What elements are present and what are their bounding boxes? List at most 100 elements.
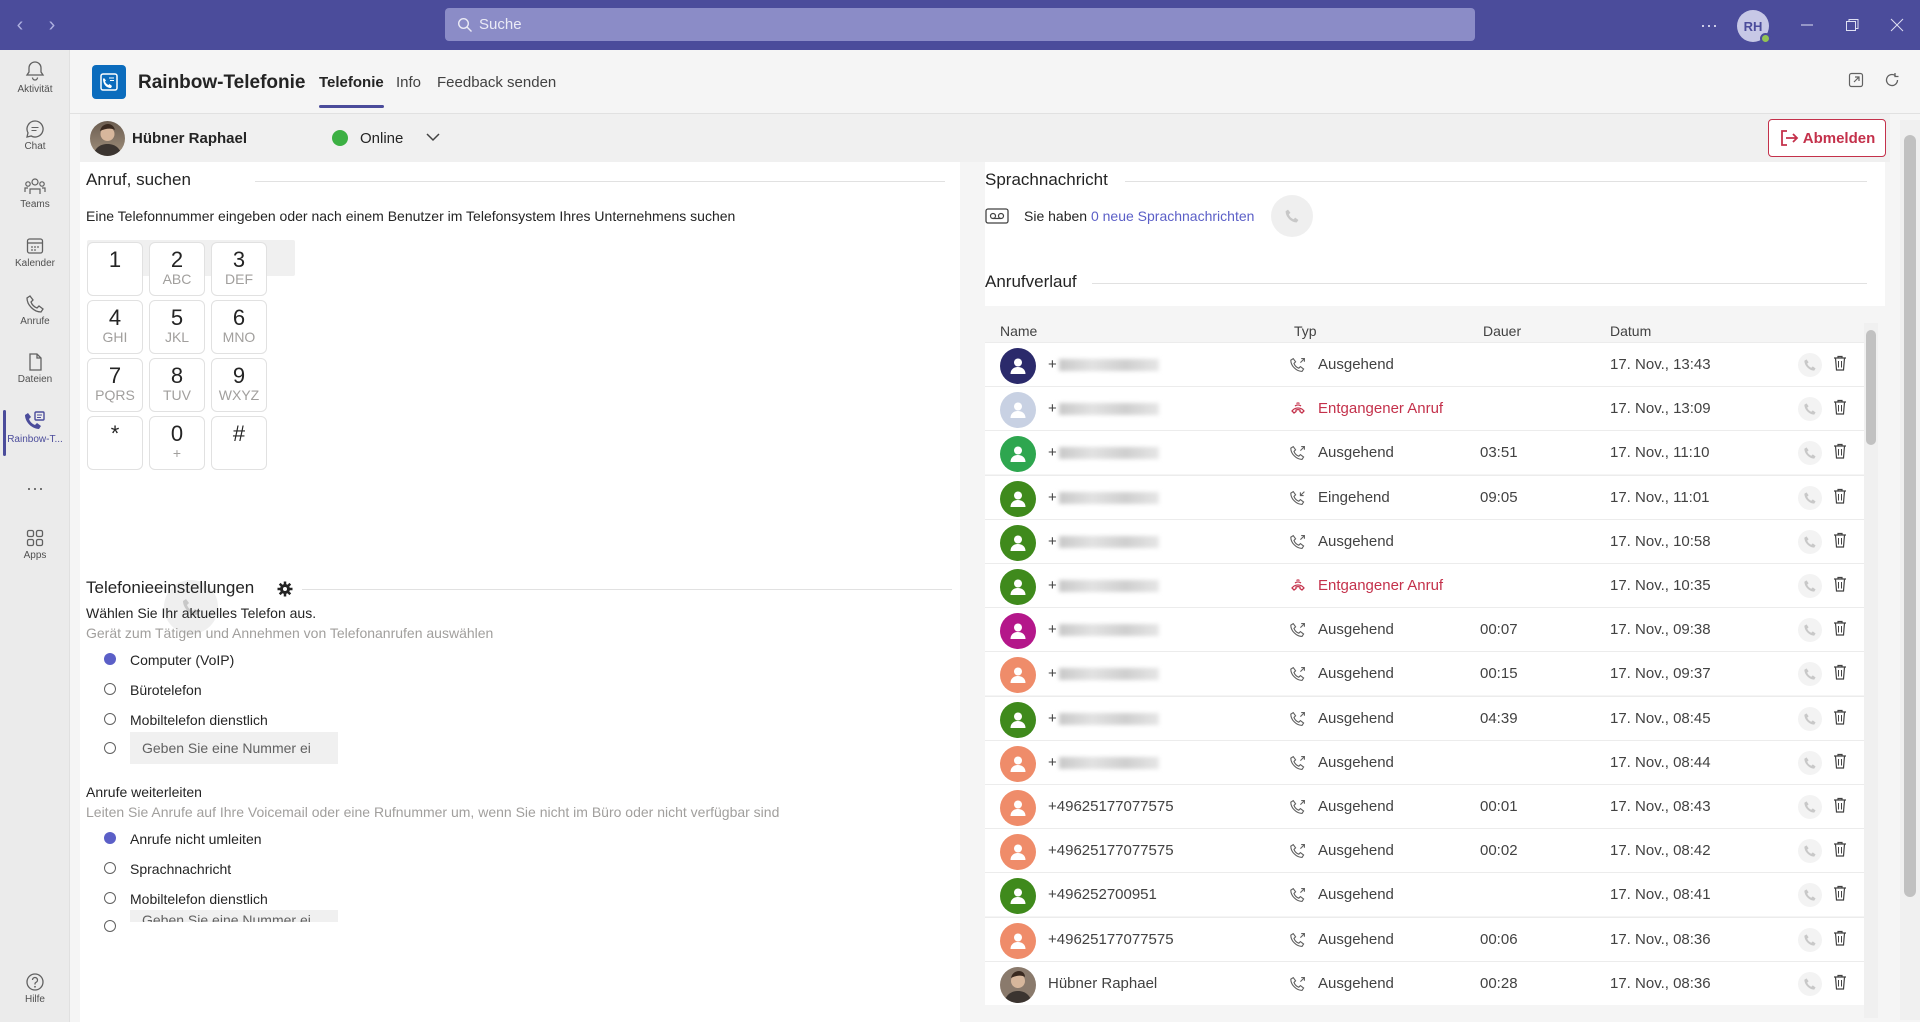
radio-forward-mobile[interactable]: [104, 892, 116, 904]
maximize-icon[interactable]: [1845, 0, 1859, 50]
callback-button[interactable]: [1798, 927, 1822, 952]
search-input[interactable]: Suche: [445, 8, 1475, 41]
key-hash[interactable]: #: [211, 416, 267, 470]
table-row[interactable]: + Ausgehend 00:07 17. Nov., 09:38: [985, 607, 1865, 652]
col-date[interactable]: Datum: [1610, 323, 1651, 339]
forward-arrow-icon[interactable]: ›: [40, 14, 64, 37]
rail-item-chat[interactable]: Chat: [0, 119, 70, 152]
close-icon[interactable]: [1890, 0, 1904, 50]
minimize-icon[interactable]: [1800, 0, 1814, 50]
delete-icon[interactable]: [1833, 443, 1847, 464]
rail-item-calendar[interactable]: Kalender: [0, 236, 70, 269]
rail-item-files[interactable]: Dateien: [0, 352, 70, 385]
key-2[interactable]: 2 ABC: [149, 242, 205, 296]
key-9[interactable]: 9 WXYZ: [211, 358, 267, 412]
rail-item-calls[interactable]: Anrufe: [0, 294, 70, 327]
radio-buerotelefon[interactable]: [104, 683, 116, 695]
key-star[interactable]: *: [87, 416, 143, 470]
table-row[interactable]: + Ausgehend 04:39 17. Nov., 08:45: [985, 695, 1865, 740]
callback-button[interactable]: [1798, 397, 1822, 422]
table-row[interactable]: + Ausgehend 17. Nov., 13:43: [985, 342, 1865, 386]
table-row[interactable]: +49625177077575 Ausgehend 00:06 17. Nov., 0…: [985, 916, 1865, 961]
key-0[interactable]: 0 +: [149, 416, 205, 470]
key-8[interactable]: 8 TUV: [149, 358, 205, 412]
callback-button[interactable]: [1798, 529, 1822, 554]
key-3[interactable]: 3 DEF: [211, 242, 267, 296]
table-row[interactable]: +49625177077575 Ausgehend 00:02 17. Nov., 0…: [985, 828, 1865, 873]
chevron-down-icon[interactable]: [424, 128, 442, 151]
rail-item-apps[interactable]: Apps: [0, 528, 70, 561]
delete-icon[interactable]: [1833, 488, 1847, 509]
history-scroll-thumb[interactable]: [1866, 330, 1876, 445]
custom-number-input[interactable]: Geben Sie eine Nummer ei: [130, 732, 338, 764]
delete-icon[interactable]: [1833, 974, 1847, 995]
table-row[interactable]: + Eingehend 09:05 17. Nov., 11:01: [985, 474, 1865, 519]
voicemail-link[interactable]: 0 neue Sprachnachrichten: [1091, 208, 1254, 224]
forward-number-input[interactable]: Geben Sie eine Nummer ei: [130, 910, 338, 922]
table-row[interactable]: + Entgangener Anruf 17. Nov., 13:09: [985, 386, 1865, 431]
callback-button[interactable]: [1798, 750, 1822, 775]
delete-icon[interactable]: [1833, 355, 1847, 376]
tab-feedback[interactable]: Feedback senden: [437, 74, 556, 91]
rail-item-rainbow[interactable]: Rainbow-T...: [0, 410, 70, 456]
delete-icon[interactable]: [1833, 797, 1847, 818]
delete-icon[interactable]: [1833, 620, 1847, 641]
callback-button[interactable]: [1798, 353, 1822, 377]
radio-no-forward[interactable]: [104, 832, 116, 844]
radio-voicemail[interactable]: [104, 862, 116, 874]
table-row[interactable]: + Ausgehend 00:15 17. Nov., 09:37: [985, 651, 1865, 696]
col-name[interactable]: Name: [1000, 323, 1037, 339]
callback-button[interactable]: [1798, 574, 1822, 598]
callback-button[interactable]: [1798, 662, 1822, 687]
callback-button[interactable]: [1798, 441, 1822, 466]
rail-item-help[interactable]: Hilfe: [0, 972, 70, 1005]
table-row[interactable]: + Ausgehend 17. Nov., 10:58: [985, 518, 1865, 563]
key-4[interactable]: 4 GHI: [87, 300, 143, 354]
delete-icon[interactable]: [1833, 709, 1847, 730]
callback-button[interactable]: [1798, 883, 1822, 908]
radio-forward-number[interactable]: [104, 920, 116, 932]
rail-item-activity[interactable]: Aktivität: [0, 60, 70, 95]
key-6[interactable]: 6 MNO: [211, 300, 267, 354]
key-7[interactable]: 7 PQRS: [87, 358, 143, 412]
avatar[interactable]: RH: [1737, 10, 1771, 44]
col-duration[interactable]: Dauer: [1483, 323, 1521, 339]
radio-mobiltelefon[interactable]: [104, 713, 116, 725]
delete-icon[interactable]: [1833, 664, 1847, 685]
tab-telefonie[interactable]: Telefonie: [319, 74, 384, 108]
voicemail-call-button[interactable]: [1271, 195, 1313, 237]
key-1[interactable]: 1: [87, 242, 143, 296]
table-row[interactable]: + Entgangener Anruf 17. Nov., 10:35: [985, 563, 1865, 607]
callback-button[interactable]: [1798, 795, 1822, 819]
more-options-icon[interactable]: ···: [1700, 0, 1718, 50]
tab-info[interactable]: Info: [396, 74, 421, 91]
key-5[interactable]: 5 JKL: [149, 300, 205, 354]
col-type[interactable]: Typ: [1294, 323, 1317, 339]
popout-icon[interactable]: [1848, 72, 1864, 93]
delete-icon[interactable]: [1833, 576, 1847, 597]
delete-icon[interactable]: [1833, 841, 1847, 862]
table-row[interactable]: + Ausgehend 17. Nov., 08:44: [985, 739, 1865, 784]
rail-item-teams[interactable]: Teams: [0, 177, 70, 210]
delete-icon[interactable]: [1833, 532, 1847, 553]
delete-icon[interactable]: [1833, 885, 1847, 906]
table-row[interactable]: +496252700951 Ausgehend 17. Nov., 08:41: [985, 872, 1865, 917]
delete-icon[interactable]: [1833, 930, 1847, 951]
callback-button[interactable]: [1798, 618, 1822, 643]
status-label[interactable]: Online: [360, 130, 403, 147]
radio-computer[interactable]: [104, 653, 116, 665]
delete-icon[interactable]: [1833, 753, 1847, 774]
callback-button[interactable]: [1798, 971, 1822, 996]
delete-icon[interactable]: [1833, 399, 1847, 420]
refresh-icon[interactable]: [1884, 72, 1900, 93]
table-row[interactable]: + Ausgehend 03:51 17. Nov., 11:10: [985, 430, 1865, 475]
table-row[interactable]: +49625177077575 Ausgehend 00:01 17. Nov., 0…: [985, 784, 1865, 828]
rail-more-icon[interactable]: ···: [0, 478, 70, 499]
page-scroll-thumb[interactable]: [1904, 135, 1916, 897]
callback-button[interactable]: [1798, 706, 1822, 731]
gear-icon[interactable]: [277, 581, 293, 602]
radio-custom-number[interactable]: [104, 742, 116, 754]
back-arrow-icon[interactable]: ‹: [8, 14, 32, 37]
callback-button[interactable]: [1798, 485, 1822, 510]
table-row[interactable]: Hübner Raphael Ausgehend 00:28 17. Nov., 08…: [985, 960, 1865, 1005]
